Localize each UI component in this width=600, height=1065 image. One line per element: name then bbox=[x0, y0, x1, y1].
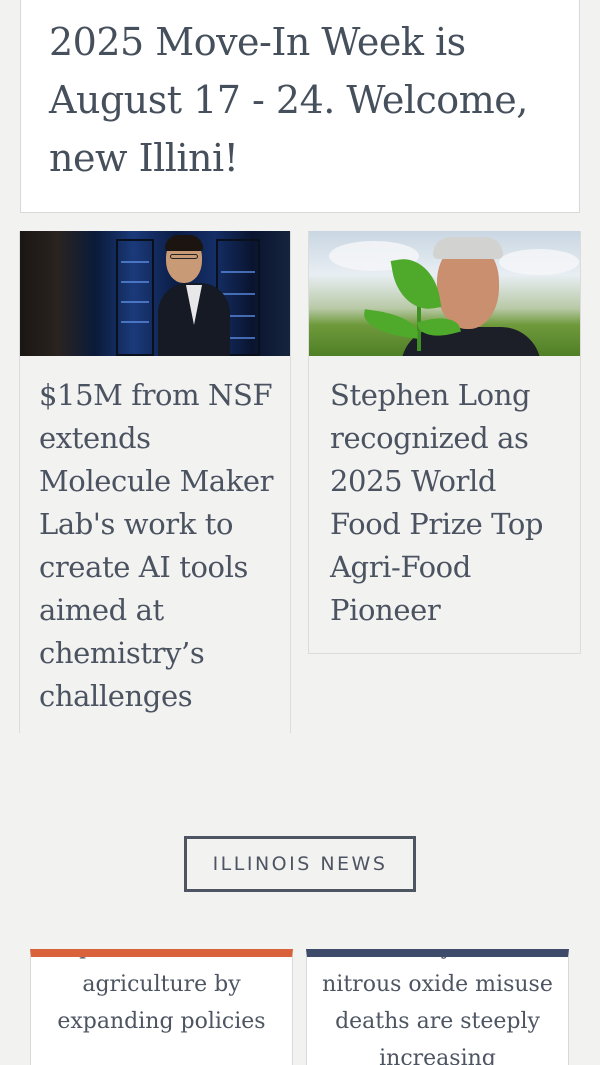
news-card-decarbonize[interactable]: Paper: Decarbonize agriculture by expand… bbox=[30, 949, 293, 1065]
story-card-stephen-long[interactable]: Stephen Long recognized as 2025 World Fo… bbox=[308, 231, 581, 654]
man-holding-seedling-in-field-photo[interactable] bbox=[309, 231, 580, 356]
hero-announcement-card[interactable]: 2025 Move-In Week is August 17 - 24. Wel… bbox=[20, 0, 580, 213]
researcher-in-server-room-photo[interactable] bbox=[20, 231, 290, 356]
news-card-title[interactable]: New study reveals nitrous oxide misuse d… bbox=[307, 957, 568, 1065]
hero-headline[interactable]: 2025 Move-In Week is August 17 - 24. Wel… bbox=[49, 13, 551, 187]
server-rack bbox=[116, 239, 154, 356]
news-card-nitrous-oxide[interactable]: New study reveals nitrous oxide misuse d… bbox=[306, 949, 569, 1065]
story-title[interactable]: $15M from NSF extends Molecule Maker Lab… bbox=[20, 356, 290, 718]
story-card-molecule-maker[interactable]: $15M from NSF extends Molecule Maker Lab… bbox=[19, 231, 291, 733]
leaf-icon bbox=[390, 253, 442, 315]
illinois-news-section-label[interactable]: ILLINOIS NEWS bbox=[184, 836, 416, 892]
news-card-title[interactable]: Paper: Decarbonize agriculture by expand… bbox=[31, 957, 292, 1040]
story-title[interactable]: Stephen Long recognized as 2025 World Fo… bbox=[309, 356, 580, 632]
